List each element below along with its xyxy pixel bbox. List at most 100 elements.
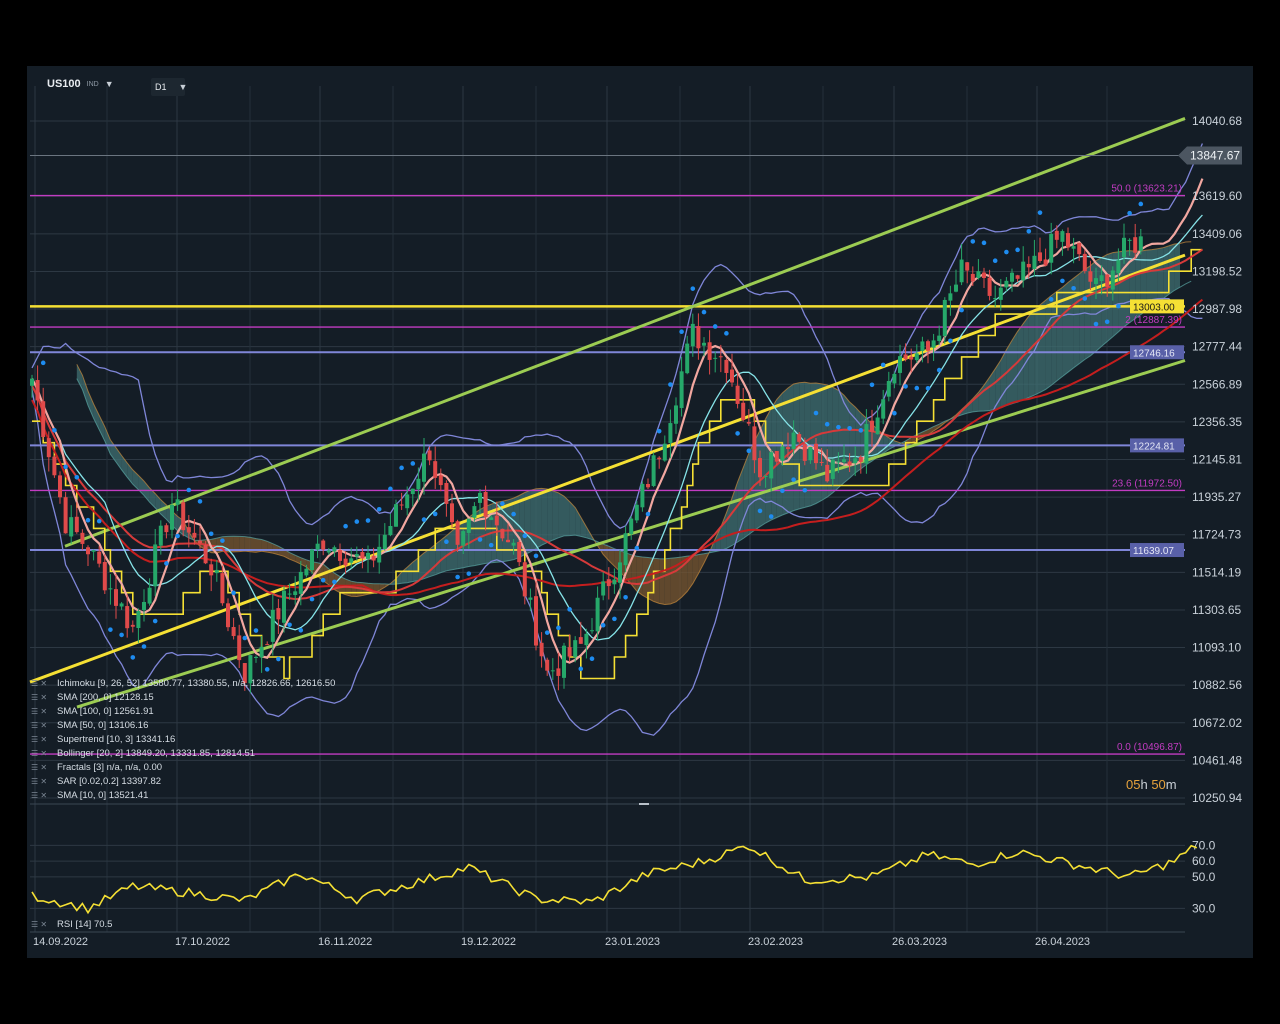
- candle-body: [623, 533, 628, 566]
- cloud-segment: [536, 488, 542, 549]
- candle-body: [517, 541, 522, 563]
- price-axis-label: 10250.94: [1192, 791, 1242, 805]
- candle-body: [954, 284, 958, 292]
- cloud-segment: [1107, 252, 1113, 342]
- candle-body: [791, 432, 796, 449]
- settings-close-icon[interactable]: ☰ ✕: [31, 920, 57, 929]
- timeframe-label: D1: [155, 82, 167, 92]
- sar-dot: [152, 618, 158, 624]
- legend-text: Supertrend [10, 3] 13341.16: [57, 733, 176, 745]
- settings-close-icon[interactable]: ☰ ✕: [31, 707, 57, 716]
- price-axis-label: 10882.56: [1192, 678, 1242, 692]
- sar-dot: [130, 655, 136, 660]
- settings-close-icon[interactable]: ☰ ✕: [31, 777, 57, 786]
- price-chart[interactable]: 14040.68 13619.60 13409.06 13198.52 12987.98…: [27, 66, 1253, 958]
- candle-body: [1066, 233, 1070, 248]
- candle-body: [825, 464, 830, 482]
- indicator-legend: ☰ ✕ Ichimoku [9, 26, 52] 13580.77, 13380.…: [31, 676, 335, 802]
- candle-body: [679, 371, 684, 408]
- candle-body: [254, 656, 258, 658]
- price-axis-label: 12987.98: [1192, 302, 1242, 316]
- sar-dot: [253, 628, 259, 633]
- candle-body: [74, 516, 79, 533]
- candle-body: [181, 502, 186, 531]
- cloud-segment: [1017, 323, 1024, 403]
- timeframe-selector[interactable]: D1 ▼: [151, 78, 187, 96]
- candle-body: [1088, 271, 1093, 282]
- candle-body: [987, 277, 992, 296]
- timer-minutes: 50: [1151, 777, 1166, 792]
- sar-dot: [992, 258, 998, 264]
- candle-body: [46, 438, 51, 458]
- settings-close-icon[interactable]: ☰ ✕: [31, 721, 57, 730]
- settings-close-icon[interactable]: ☰ ✕: [31, 693, 57, 702]
- sar-dot: [477, 537, 483, 542]
- sar-dot: [52, 427, 57, 433]
- candle-body: [909, 356, 914, 360]
- level-label: 13003.00: [1133, 302, 1175, 313]
- candle-body: [993, 298, 998, 300]
- candle-body: [186, 527, 191, 533]
- candle-body: [886, 380, 891, 397]
- symbol-selector[interactable]: US100: [47, 78, 81, 90]
- sar-dot: [365, 518, 371, 523]
- settings-close-icon[interactable]: ☰ ✕: [31, 763, 57, 772]
- candle-body: [511, 542, 516, 546]
- candle-body: [349, 558, 354, 563]
- cloud-segment: [351, 581, 357, 597]
- sar-dot: [208, 531, 214, 537]
- candle-body: [416, 478, 421, 490]
- candle-body: [455, 521, 460, 545]
- chevron-down-icon[interactable]: ▼: [105, 79, 114, 89]
- candle-body: [998, 287, 1003, 300]
- candle-body: [80, 532, 85, 544]
- candle-body: [164, 525, 169, 533]
- candle-body: [209, 564, 214, 576]
- sar-dot: [791, 477, 796, 482]
- candle-body: [170, 505, 174, 530]
- candle-body: [203, 544, 208, 564]
- settings-close-icon[interactable]: ☰ ✕: [31, 735, 57, 744]
- candle-body: [125, 606, 130, 629]
- sar-dot: [1071, 285, 1076, 291]
- sar-dot: [119, 632, 124, 638]
- candle-body: [735, 385, 740, 404]
- sar-dot: [690, 286, 696, 291]
- price-axis-label: 10672.02: [1192, 716, 1242, 730]
- settings-close-icon[interactable]: ☰ ✕: [31, 679, 57, 688]
- time-axis-label: 19.12.2022: [461, 936, 516, 948]
- candle-body: [315, 543, 320, 550]
- rsi-axis-label: 50.0: [1192, 870, 1216, 884]
- legend-text: SMA [100, 0] 12561.91: [57, 705, 154, 717]
- sar-dot: [712, 324, 718, 329]
- candle-body: [629, 518, 634, 535]
- price-axis-label: 13619.60: [1192, 189, 1242, 203]
- candle-body: [114, 589, 118, 606]
- candle-body: [388, 526, 393, 536]
- candle-body: [214, 569, 219, 574]
- price-axis-label: 13409.06: [1192, 227, 1242, 241]
- sar-dot: [141, 644, 147, 649]
- sar-dot: [332, 579, 337, 585]
- candle-body: [1038, 252, 1042, 261]
- pane-resize-handle: [639, 803, 649, 805]
- candle-body: [130, 624, 135, 627]
- candle-body: [287, 593, 292, 595]
- sar-dot: [903, 384, 908, 389]
- candle-body: [545, 659, 550, 671]
- candle-body: [847, 461, 852, 466]
- sar-dot: [847, 425, 852, 431]
- candle-body: [713, 357, 718, 359]
- candle-body: [780, 446, 785, 461]
- settings-close-icon[interactable]: ☰ ✕: [31, 749, 57, 758]
- settings-close-icon[interactable]: ☰ ✕: [31, 791, 57, 800]
- candle-body: [808, 446, 813, 461]
- candle-body: [147, 587, 152, 604]
- candle-body: [237, 635, 242, 661]
- cloud-segment: [547, 488, 553, 543]
- candle-body: [276, 608, 281, 620]
- cloud-segment: [1157, 247, 1164, 303]
- price-axis-label: 10461.48: [1192, 753, 1242, 767]
- sar-dot: [197, 499, 203, 504]
- candle-body: [696, 326, 701, 349]
